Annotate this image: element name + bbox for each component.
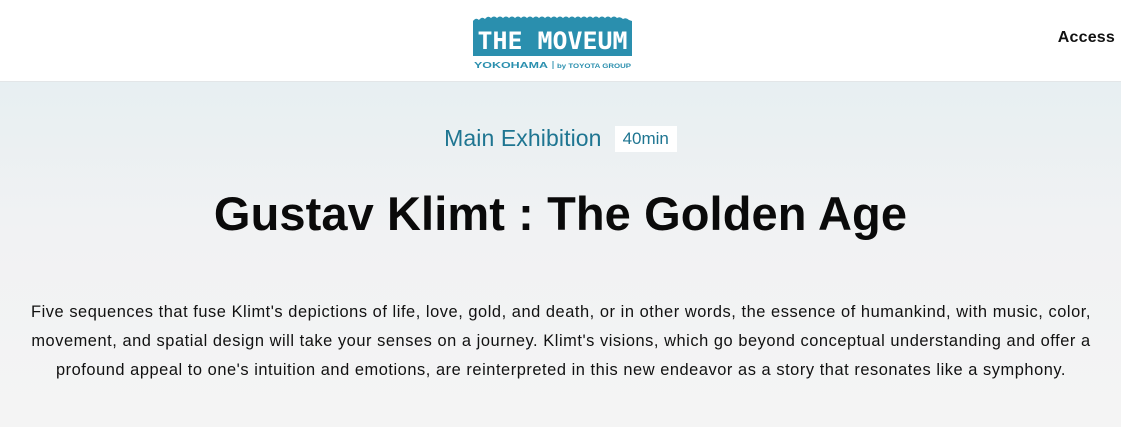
exhibition-description: Five sequences that fuse Klimt's depicti…: [31, 303, 1091, 379]
exhibition-title: Gustav Klimt : The Golden Age: [213, 187, 908, 240]
section-label: Main Exhibition: [444, 125, 602, 151]
logo-byline: by TOYOTA GROUP: [557, 63, 632, 70]
access-link[interactable]: Access: [1058, 29, 1115, 47]
duration-badge: 40min: [614, 125, 677, 152]
site-header: THE MOVEUM YOKOHAMA by TOYOTA GROUP Acce…: [0, 0, 1121, 82]
exhibition-hero: Main Exhibition 40min Gustav Klimt : The…: [0, 82, 1121, 427]
logo-title: THE MOVEUM: [478, 27, 628, 55]
moveum-logo[interactable]: THE MOVEUM YOKOHAMA by TOYOTA GROUP: [473, 15, 632, 71]
exhibition-tag-row: Main Exhibition 40min: [0, 125, 1121, 152]
logo-location: YOKOHAMA: [474, 60, 548, 70]
